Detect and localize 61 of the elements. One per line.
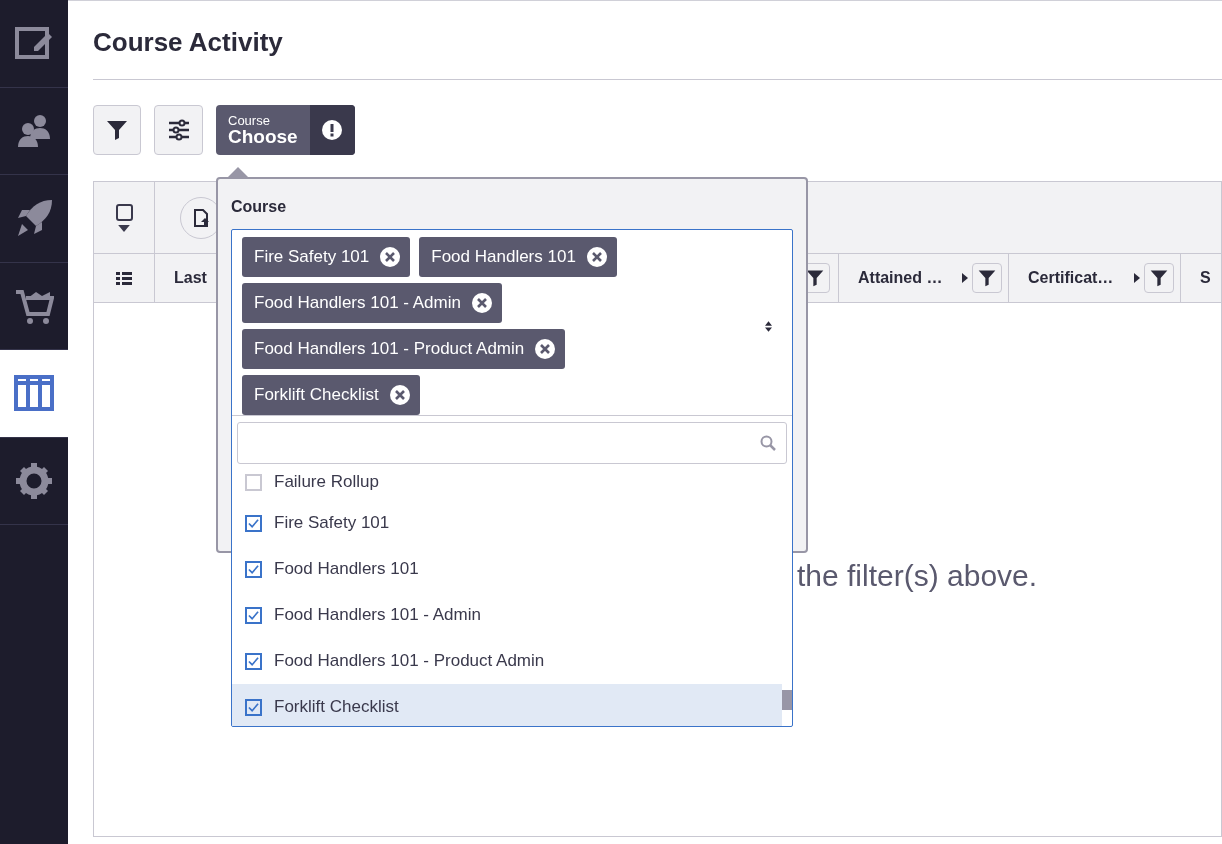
filter-icon (805, 268, 825, 288)
sliders-icon (166, 118, 191, 142)
remove-chip-icon[interactable] (389, 385, 410, 405)
course-select[interactable] (231, 229, 793, 727)
popover-label: Course (231, 197, 287, 217)
remove-chip-icon[interactable] (586, 247, 607, 267)
chip-label: Forklift Checklist (254, 384, 379, 407)
column-filter-button[interactable] (972, 263, 1002, 293)
option-checkbox[interactable] (245, 652, 262, 670)
option-label: Food Handlers 101 - Product Admin (274, 650, 545, 673)
option-checkbox[interactable] (245, 514, 262, 532)
option-checkbox[interactable] (245, 698, 262, 716)
page-title: Course Activity (93, 26, 284, 59)
remove-chip-icon[interactable] (535, 339, 556, 359)
chip-label: Fire Safety 101 (254, 246, 370, 269)
remove-chip-icon[interactable] (380, 247, 401, 267)
option-checkbox[interactable] (245, 560, 262, 578)
caret-right-icon[interactable] (1134, 273, 1140, 283)
option-label: Failure Rollup (274, 471, 379, 494)
course-option[interactable]: Forklift Checklist (232, 684, 782, 726)
search-icon (760, 435, 776, 451)
empty-message: the filter(s) above. (797, 558, 1038, 594)
list-icon (116, 271, 132, 285)
check-icon (248, 563, 259, 575)
column-filter-button[interactable] (1144, 263, 1174, 293)
column-header[interactable]: Certificat… (1028, 266, 1130, 290)
option-label: Forklift Checklist (274, 696, 399, 719)
option-label: Food Handlers 101 (274, 558, 419, 581)
scrollbar-thumb[interactable] (782, 690, 792, 710)
option-checkbox[interactable] (245, 473, 262, 491)
option-label: Fire Safety 101 (274, 512, 390, 535)
sort-caret-icon[interactable] (765, 321, 772, 332)
column-header[interactable]: S (1200, 266, 1215, 290)
course-filter-button[interactable]: Course Choose (216, 105, 355, 155)
sidebar-item[interactable] (0, 350, 68, 438)
caret-right-icon[interactable] (962, 273, 968, 283)
chip-label: Food Handlers 101 (431, 246, 576, 269)
check-icon (248, 609, 259, 621)
filter-button[interactable] (93, 105, 141, 155)
check-icon (248, 701, 259, 713)
select-all-checkbox[interactable] (115, 203, 133, 221)
check-icon (248, 655, 259, 667)
filter-icon (105, 118, 129, 142)
option-label: Food Handlers 101 - Admin (274, 604, 481, 627)
option-checkbox[interactable] (245, 606, 262, 624)
settings-button[interactable] (154, 105, 203, 155)
settings-icon (14, 460, 54, 501)
search-field[interactable] (237, 422, 787, 464)
remove-chip-icon[interactable] (471, 293, 492, 313)
chip-label: Food Handlers 101 - Product Admin (254, 338, 525, 361)
chip-label: Food Handlers 101 - Admin (254, 292, 461, 315)
filter-icon (1149, 268, 1169, 288)
filter-icon (977, 268, 997, 288)
columns-icon (14, 373, 54, 414)
check-icon (248, 517, 259, 529)
column-header[interactable]: Attained … (858, 266, 958, 290)
filter-value: Choose (228, 127, 298, 146)
file-upload-icon (191, 207, 211, 228)
filter-label: Course (228, 114, 270, 127)
caret-icon[interactable] (118, 224, 130, 232)
warning-icon (322, 120, 343, 140)
